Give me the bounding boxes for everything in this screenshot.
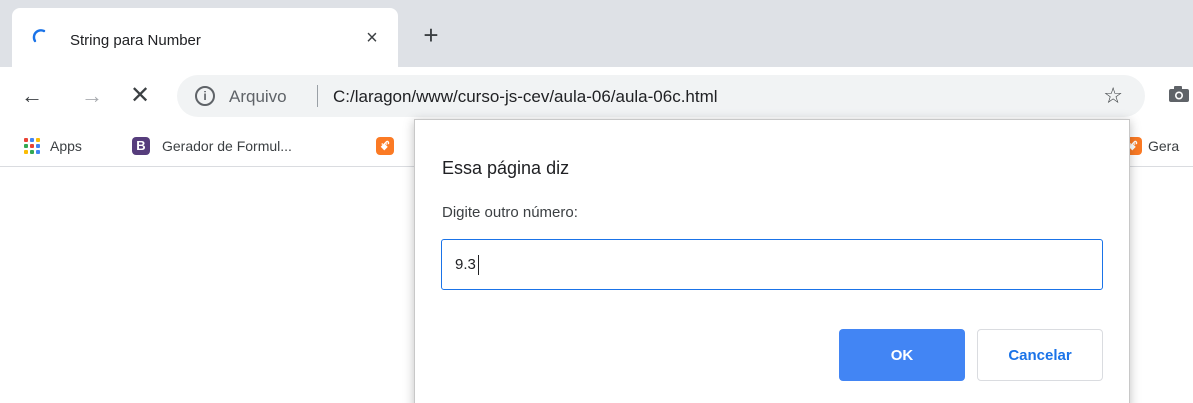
bookmark-gerador[interactable]: B Gerador de Formul... [132, 136, 292, 156]
bookmark-gera-label: Gera [1148, 138, 1180, 154]
bookmark-star-icon[interactable]: ☆ [1103, 83, 1123, 109]
loading-spinner-icon [32, 29, 46, 43]
forward-arrow-icon[interactable]: → [80, 84, 104, 108]
back-arrow-icon[interactable]: ← [20, 84, 44, 108]
bookmark-apps[interactable]: Apps [24, 136, 82, 156]
cancel-button[interactable]: Cancelar [977, 329, 1103, 381]
xampp-icon: ꗄ [376, 137, 394, 155]
apps-grid-icon [24, 138, 40, 154]
tab-title: String para Number [70, 32, 201, 49]
ok-button[interactable]: OK [839, 329, 965, 381]
tab-active[interactable]: String para Number × [12, 8, 398, 67]
address-bar[interactable]: i Arquivo C:/laragon/www/curso-js-cev/au… [177, 75, 1145, 117]
text-caret [478, 255, 479, 275]
browser-window: String para Number × + ← → ✕ i Arquivo C… [0, 0, 1193, 403]
info-icon[interactable]: i [195, 86, 215, 106]
toolbar: ← → ✕ i Arquivo C:/laragon/www/curso-js-… [0, 67, 1193, 125]
dialog-title: Essa página diz [442, 158, 570, 178]
prompt-dialog: Essa página diz Digite outro número: OK … [414, 119, 1130, 403]
bookmark-gerador-label: Gerador de Formul... [162, 138, 292, 154]
url-separator [317, 85, 318, 107]
origin-label: Arquivo [229, 87, 287, 106]
bookmark-apps-label: Apps [50, 138, 82, 154]
new-tab-icon[interactable]: + [419, 22, 443, 48]
tab-strip: String para Number × + [0, 0, 1193, 67]
prompt-input[interactable] [441, 239, 1103, 290]
dialog-message: Digite outro número: [442, 204, 578, 221]
bootstrap-icon: B [132, 137, 150, 155]
tab-close-icon[interactable]: × [362, 28, 382, 48]
bookmark-gera[interactable]: ꗄ Gera [1124, 136, 1179, 156]
bookmark-xampp[interactable]: ꗄ [376, 136, 394, 156]
url-text[interactable]: C:/laragon/www/curso-js-cev/aula-06/aula… [333, 87, 718, 107]
stop-loading-icon[interactable]: ✕ [128, 84, 152, 108]
camera-icon[interactable] [1168, 85, 1190, 103]
